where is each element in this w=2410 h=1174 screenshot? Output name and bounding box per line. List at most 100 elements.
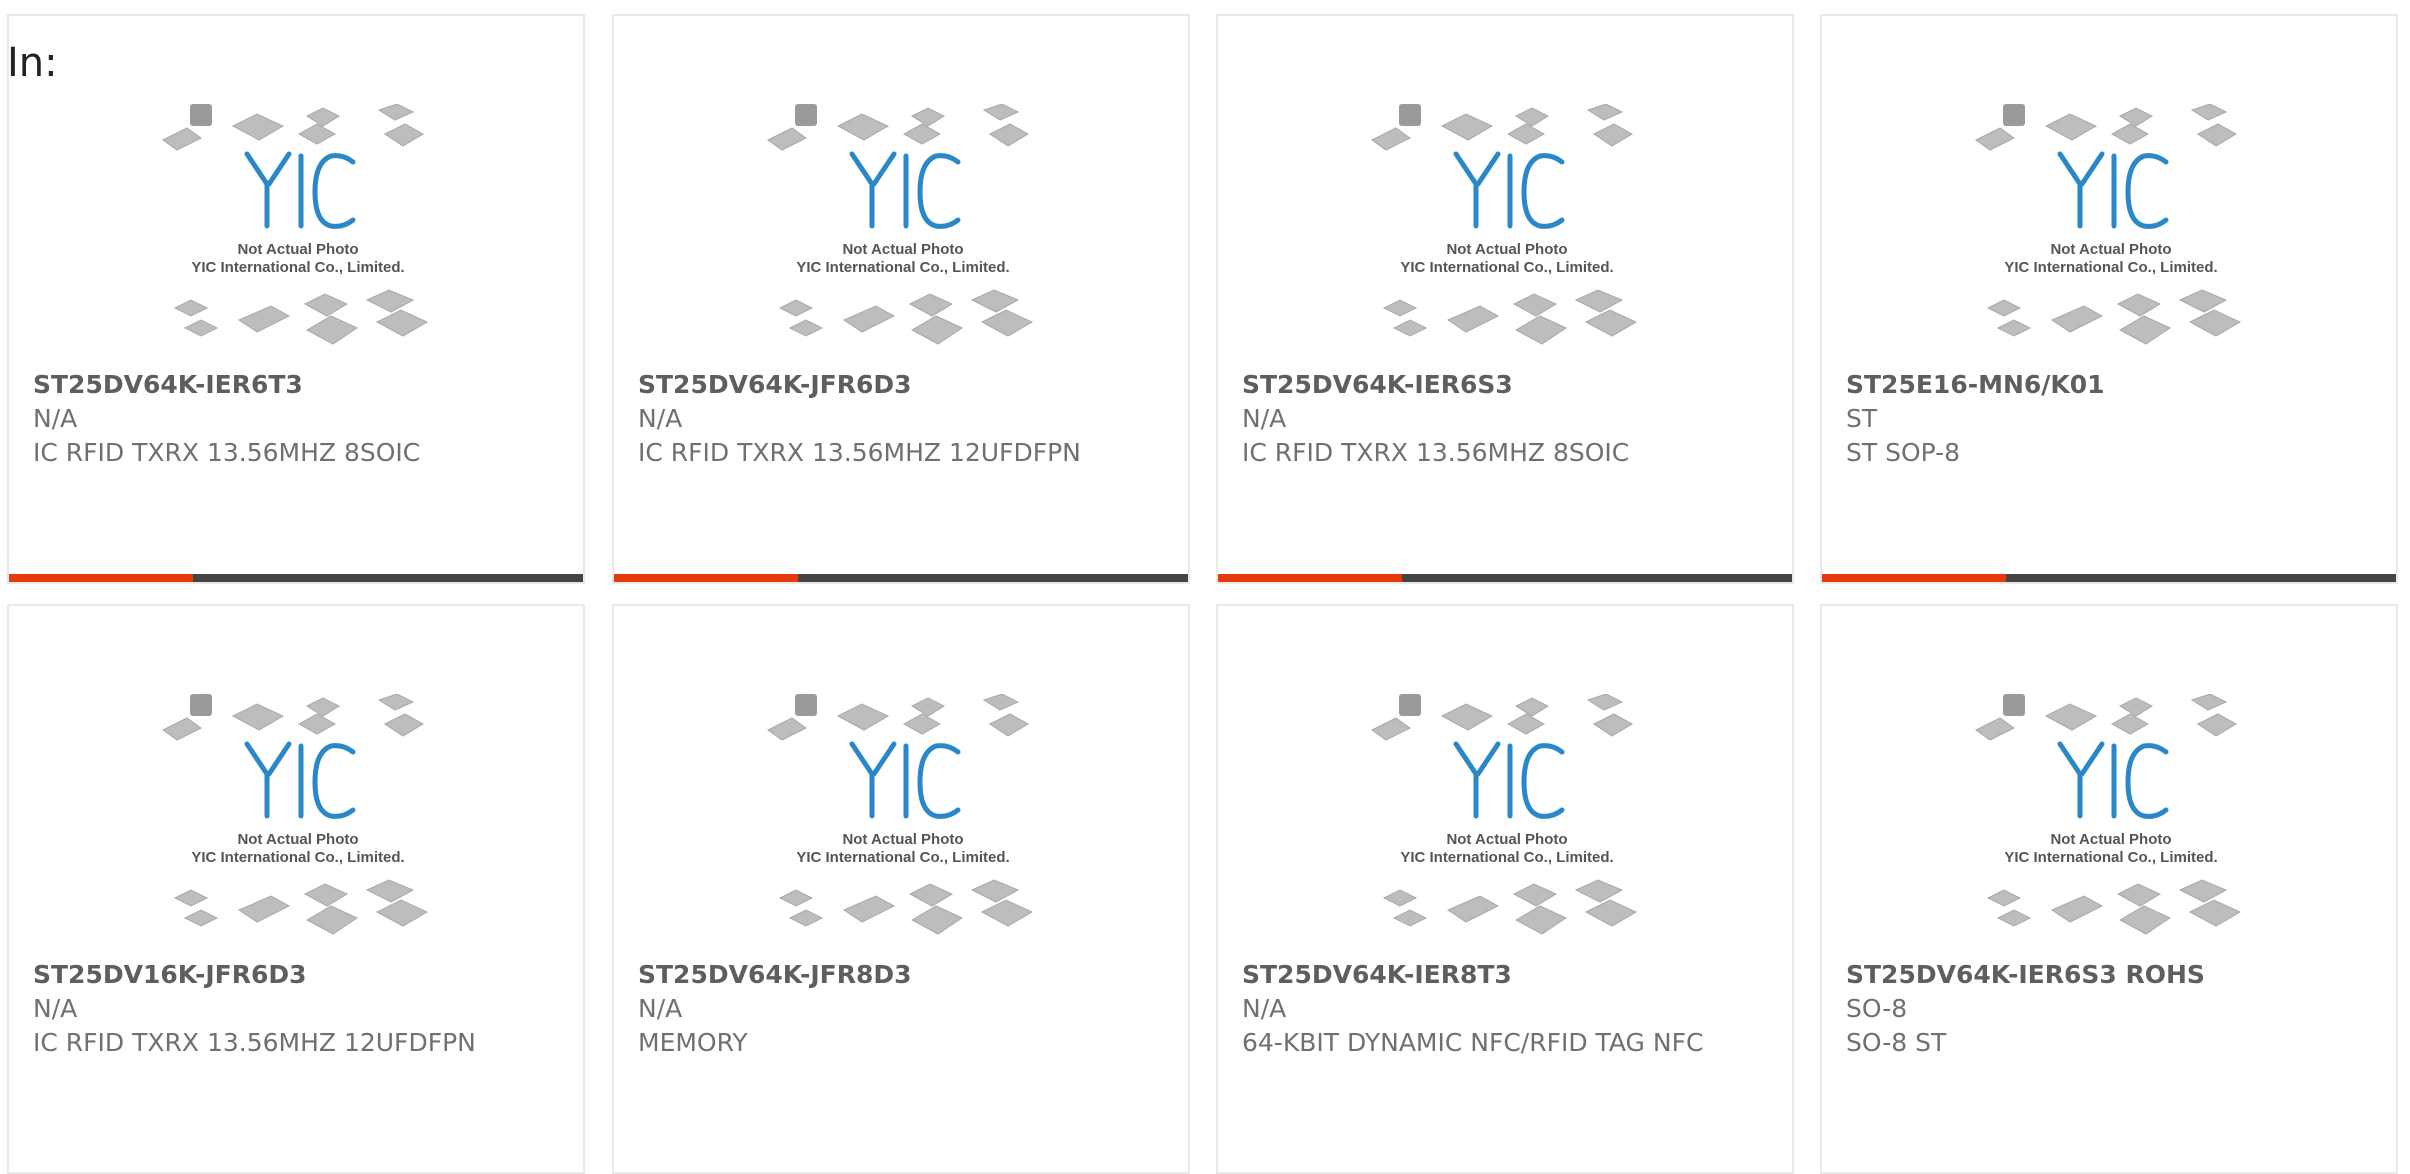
product-info: ST25E16-MN6/K01 ST ST SOP-8 <box>1846 368 2372 470</box>
yic-logo-icon <box>244 151 356 229</box>
product-photo[interactable]: Not Actual Photo YIC International Co., … <box>766 103 1041 356</box>
part-number[interactable]: ST25DV64K-JFR6D3 <box>638 368 1164 402</box>
card-bottom-bar <box>9 574 583 582</box>
svg-text:YIC International Co., Limited: YIC International Co., Limited. <box>2004 849 2217 866</box>
chip-icons-bottom <box>173 289 429 345</box>
description: MEMORY <box>638 1028 748 1057</box>
card-bar-accent <box>9 574 193 582</box>
part-number[interactable]: ST25DV64K-IER8T3 <box>1242 958 1768 992</box>
svg-text:Not Actual Photo: Not Actual Photo <box>237 241 358 258</box>
chip-icons-bottom <box>778 879 1034 935</box>
product-info: ST25DV64K-JFR8D3 N/A MEMORY <box>638 958 1164 1060</box>
svg-text:YIC International Co., Limited: YIC International Co., Limited. <box>191 259 404 276</box>
chip-icons-top <box>767 103 1029 151</box>
svg-text:Not Actual Photo: Not Actual Photo <box>842 241 963 258</box>
yic-logo-icon <box>2057 741 2169 819</box>
card-bottom-bar <box>1822 574 2396 582</box>
manufacturer: N/A <box>1242 994 1287 1023</box>
yic-logo-icon <box>1453 741 1565 819</box>
product-photo[interactable]: Not Actual Photo YIC International Co., … <box>1974 693 2249 946</box>
chip-icons-bottom <box>1986 289 2242 345</box>
chip-icons-bottom <box>1986 879 2242 935</box>
product-photo[interactable]: Not Actual Photo YIC International Co., … <box>1370 103 1645 356</box>
description: ST SOP-8 <box>1846 438 1961 467</box>
chip-icons-bottom <box>1382 289 1638 345</box>
svg-text:Not Actual Photo: Not Actual Photo <box>2050 241 2171 258</box>
product-card[interactable]: Not Actual Photo YIC International Co., … <box>1820 14 2398 584</box>
chip-icons-top <box>162 103 424 151</box>
card-bar-accent <box>1822 574 2006 582</box>
product-info: ST25DV64K-IER6S3 ROHS SO-8 SO-8 ST <box>1846 958 2372 1060</box>
part-number[interactable]: ST25DV64K-JFR8D3 <box>638 958 1164 992</box>
card-bar-accent <box>1218 574 1402 582</box>
yic-logo-icon <box>849 151 961 229</box>
card-bottom-bar <box>614 574 1188 582</box>
yic-logo-icon <box>1453 151 1565 229</box>
part-number[interactable]: ST25DV16K-JFR6D3 <box>33 958 559 992</box>
chip-icons-top <box>1371 693 1633 741</box>
description: IC RFID TXRX 13.56MHZ 12UFDFPN <box>638 438 1081 467</box>
placeholder-photo-icon: Not Actual Photo YIC International Co., … <box>767 103 1034 345</box>
svg-text:Not Actual Photo: Not Actual Photo <box>1446 831 1567 848</box>
placeholder-photo-icon: Not Actual Photo YIC International Co., … <box>162 693 429 935</box>
placeholder-photo-icon: Not Actual Photo YIC International Co., … <box>1371 693 1638 935</box>
svg-text:Not Actual Photo: Not Actual Photo <box>842 831 963 848</box>
chip-icons-top <box>1975 693 2237 741</box>
card-bar-accent <box>614 574 798 582</box>
svg-text:Not Actual Photo: Not Actual Photo <box>237 831 358 848</box>
placeholder-photo-icon: Not Actual Photo YIC International Co., … <box>1975 103 2242 345</box>
svg-text:YIC International Co., Limited: YIC International Co., Limited. <box>796 259 1009 276</box>
manufacturer: N/A <box>33 404 78 433</box>
svg-text:YIC International Co., Limited: YIC International Co., Limited. <box>796 849 1009 866</box>
description: IC RFID TXRX 13.56MHZ 12UFDFPN <box>33 1028 476 1057</box>
svg-text:YIC International Co., Limited: YIC International Co., Limited. <box>1400 849 1613 866</box>
svg-text:YIC International Co., Limited: YIC International Co., Limited. <box>2004 259 2217 276</box>
manufacturer: N/A <box>638 994 683 1023</box>
product-card[interactable]: Not Actual Photo YIC International Co., … <box>7 14 585 584</box>
manufacturer: N/A <box>33 994 78 1023</box>
placeholder-photo-icon: Not Actual Photo YIC International Co., … <box>1975 693 2242 935</box>
placeholder-photo-icon: Not Actual Photo YIC International Co., … <box>767 693 1034 935</box>
svg-text:Not Actual Photo: Not Actual Photo <box>2050 831 2171 848</box>
manufacturer: ST <box>1846 404 1878 433</box>
manufacturer: SO-8 <box>1846 994 1908 1023</box>
part-number[interactable]: ST25E16-MN6/K01 <box>1846 368 2372 402</box>
manufacturer: N/A <box>638 404 683 433</box>
yic-logo-icon <box>2057 151 2169 229</box>
description: SO-8 ST <box>1846 1028 1947 1057</box>
svg-text:YIC International Co., Limited: YIC International Co., Limited. <box>191 849 404 866</box>
yic-logo-icon <box>849 741 961 819</box>
svg-text:YIC International Co., Limited: YIC International Co., Limited. <box>1400 259 1613 276</box>
product-info: ST25DV64K-IER8T3 N/A 64-KBIT DYNAMIC NFC… <box>1242 958 1768 1060</box>
part-number[interactable]: ST25DV64K-IER6S3 <box>1242 368 1768 402</box>
product-card[interactable]: Not Actual Photo YIC International Co., … <box>1216 604 1794 1174</box>
in-label: In: <box>7 40 58 86</box>
product-photo[interactable]: Not Actual Photo YIC International Co., … <box>1370 693 1645 946</box>
product-card[interactable]: Not Actual Photo YIC International Co., … <box>612 14 1190 584</box>
product-card[interactable]: Not Actual Photo YIC International Co., … <box>1820 604 2398 1174</box>
chip-icons-top <box>162 693 424 741</box>
chip-icons-bottom <box>1382 879 1638 935</box>
yic-logo-icon <box>244 741 356 819</box>
product-photo[interactable]: Not Actual Photo YIC International Co., … <box>1974 103 2249 356</box>
chip-icons-top <box>767 693 1029 741</box>
product-card[interactable]: Not Actual Photo YIC International Co., … <box>7 604 585 1174</box>
product-info: ST25DV64K-JFR6D3 N/A IC RFID TXRX 13.56M… <box>638 368 1164 470</box>
product-grid: Not Actual Photo YIC International Co., … <box>0 0 2410 1174</box>
description: IC RFID TXRX 13.56MHZ 8SOIC <box>1242 438 1630 467</box>
chip-icons-top <box>1371 103 1633 151</box>
manufacturer: N/A <box>1242 404 1287 433</box>
placeholder-photo-icon: Not Actual Photo YIC International Co., … <box>162 103 429 345</box>
product-photo[interactable]: Not Actual Photo YIC International Co., … <box>161 693 436 946</box>
chip-icons-bottom <box>778 289 1034 345</box>
chip-icons-bottom <box>173 879 429 935</box>
product-info: ST25DV64K-IER6S3 N/A IC RFID TXRX 13.56M… <box>1242 368 1768 470</box>
product-card[interactable]: Not Actual Photo YIC International Co., … <box>612 604 1190 1174</box>
card-bottom-bar <box>1218 574 1792 582</box>
part-number[interactable]: ST25DV64K-IER6S3 ROHS <box>1846 958 2372 992</box>
part-number[interactable]: ST25DV64K-IER6T3 <box>33 368 559 402</box>
product-card[interactable]: Not Actual Photo YIC International Co., … <box>1216 14 1794 584</box>
product-photo[interactable]: Not Actual Photo YIC International Co., … <box>161 103 436 356</box>
product-photo[interactable]: Not Actual Photo YIC International Co., … <box>766 693 1041 946</box>
chip-icons-top <box>1975 103 2237 151</box>
